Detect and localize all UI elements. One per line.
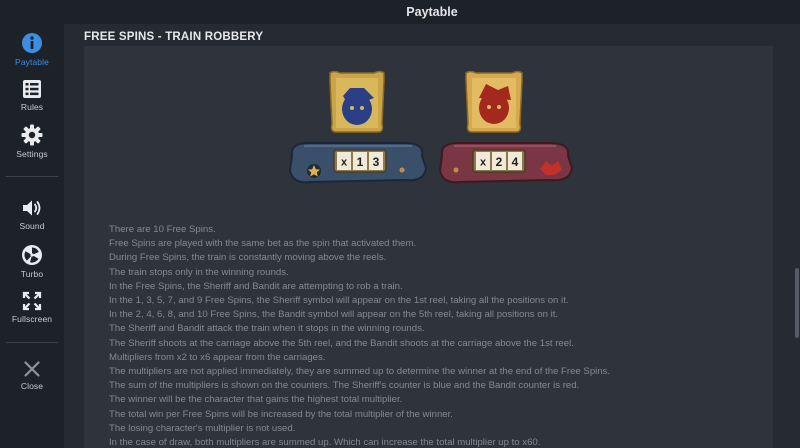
rules-line: In the 2, 4, 6, 8, and 10 Free Spins, th… xyxy=(109,309,559,321)
rules-line: Multipliers from x2 to x6 appear from th… xyxy=(109,351,326,363)
bandit-scroll-card xyxy=(465,70,523,133)
fullscreen-icon xyxy=(22,291,42,311)
gear-icon xyxy=(21,124,43,146)
rules-line: The train stops only in the winning roun… xyxy=(109,266,289,278)
svg-text:3: 3 xyxy=(373,155,380,169)
sidebar-item-label: Settings xyxy=(16,149,48,159)
sidebar-item-turbo[interactable]: Turbo xyxy=(0,244,64,279)
svg-text:4: 4 xyxy=(512,155,519,169)
sidebar-item-label: Paytable xyxy=(15,57,49,67)
sidebar-item-label: Fullscreen xyxy=(11,314,53,324)
sidebar-divider xyxy=(6,176,58,177)
rules-line: The losing character's multiplier is not… xyxy=(109,422,296,434)
rules-line: The total win per Free Spins will be inc… xyxy=(109,408,453,420)
sidebar-item-label: Sound xyxy=(19,221,45,231)
paytable-content: FREE SPINS - TRAIN ROBBERY x 1 3 x 2 4 T… xyxy=(64,24,800,448)
speaker-icon xyxy=(23,200,41,216)
rules-line: The sum of the multipliers is shown on t… xyxy=(109,380,580,392)
rules-line: In the case of draw, both multipliers ar… xyxy=(109,437,541,448)
sidebar-divider xyxy=(6,342,58,343)
rules-line: In the Free Spins, the Sheriff and Bandi… xyxy=(109,280,403,292)
svg-text:2: 2 xyxy=(496,155,503,169)
section-panel: x 1 3 x 2 4 There are 10 Free Spins. Fre… xyxy=(84,46,773,448)
bandit-counter: x 2 4 xyxy=(438,70,574,184)
scrollbar-thumb[interactable] xyxy=(795,268,799,338)
sidebar-item-paytable[interactable]: Paytable xyxy=(0,32,64,67)
rules-text: There are 10 Free Spins. Free Spins are … xyxy=(109,223,759,448)
turbo-icon xyxy=(22,245,42,265)
page-title: Paytable xyxy=(406,5,458,19)
sidebar-item-fullscreen[interactable]: Fullscreen xyxy=(0,291,64,324)
sidebar-item-label: Close xyxy=(20,381,44,391)
scrollbar-track[interactable] xyxy=(793,24,800,448)
sheriff-counter: x 1 3 xyxy=(288,70,428,184)
top-bar: Paytable xyxy=(64,0,800,24)
sidebar-item-label: Turbo xyxy=(20,269,44,279)
sidebar-item-label: Rules xyxy=(20,102,44,112)
rules-line: The multipliers are not applied immediat… xyxy=(109,366,611,378)
svg-text:1: 1 xyxy=(357,155,364,169)
rules-line: The winner will be the character that ga… xyxy=(109,394,403,406)
rules-line: During Free Spins, the train is constant… xyxy=(109,252,387,264)
rules-line: In the 1, 3, 5, 7, and 9 Free Spins, the… xyxy=(109,295,569,307)
rules-line: The Sheriff shoots at the carriage above… xyxy=(109,337,574,349)
sidebar: Paytable Rules Settings Sound Turbo Full… xyxy=(0,0,64,448)
rules-line: The Sheriff and Bandit attack the train … xyxy=(109,323,425,335)
svg-text:x: x xyxy=(480,157,487,169)
section-title: FREE SPINS - TRAIN ROBBERY xyxy=(84,31,264,43)
counters-illustration: x 1 3 x 2 4 xyxy=(288,70,574,184)
sidebar-item-settings[interactable]: Settings xyxy=(0,124,64,159)
svg-text:x: x xyxy=(341,157,348,169)
sidebar-item-sound[interactable]: Sound xyxy=(0,198,64,231)
sidebar-item-close[interactable]: Close xyxy=(0,360,64,391)
rules-line: Free Spins are played with the same bet … xyxy=(109,238,417,250)
info-icon xyxy=(22,33,42,53)
rules-line: There are 10 Free Spins. xyxy=(109,224,216,235)
sidebar-item-rules[interactable]: Rules xyxy=(0,79,64,112)
close-icon xyxy=(24,361,40,377)
sheriff-badge-icon xyxy=(307,164,321,178)
rules-list-icon xyxy=(23,80,41,98)
sheriff-scroll-card xyxy=(329,70,385,133)
